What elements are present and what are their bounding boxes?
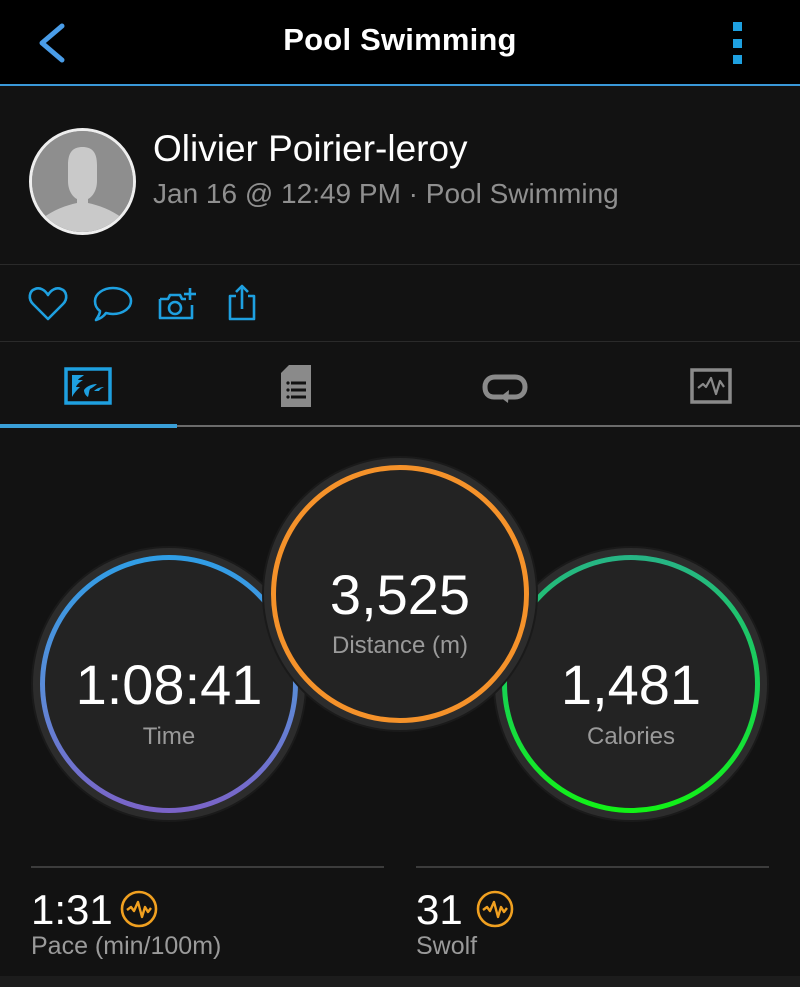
swolf-stat: 31 Swolf: [416, 866, 769, 976]
tab-charts[interactable]: [600, 342, 800, 426]
pace-label: Pace (min/100m): [31, 932, 222, 960]
time-ring: 1:08:41 Time: [40, 555, 298, 813]
divider: [31, 866, 384, 868]
activity-tabs: [0, 342, 800, 428]
performance-pulse-icon[interactable]: [476, 890, 514, 928]
loop-arrow-icon: [482, 374, 528, 403]
share-icon: [228, 284, 256, 321]
stats-section: 1:31 Pace (min/100m) 31 Swolf: [0, 866, 800, 976]
vertical-ellipsis-icon: [733, 22, 742, 31]
vertical-ellipsis-icon-dot: [733, 39, 742, 48]
distance-label: Distance (m): [331, 632, 469, 659]
like-button[interactable]: [26, 283, 70, 325]
document-list-icon: [281, 365, 311, 407]
social-actions-bar: [0, 265, 800, 342]
performance-pulse-icon[interactable]: [120, 890, 158, 928]
user-name[interactable]: Olivier Poirier-leroy: [153, 128, 468, 170]
page-title: Pool Swimming: [283, 22, 517, 57]
swim-overview-icon: [64, 367, 112, 405]
more-options-button[interactable]: [726, 20, 750, 66]
activity-date-type: Jan 16 @ 12:49 PM · Pool Swimming: [153, 178, 619, 209]
calories-value: 1,481: [560, 653, 702, 716]
user-silhouette-icon: [32, 131, 133, 232]
activity-header: Olivier Poirier-leroy Jan 16 @ 12:49 PM …: [0, 88, 800, 265]
distance-value: 3,525: [329, 563, 471, 626]
tab-laps[interactable]: [400, 342, 600, 426]
tab-details[interactable]: [200, 342, 400, 426]
time-value: 1:08:41: [75, 653, 263, 716]
add-photo-button[interactable]: [156, 283, 200, 325]
comment-button[interactable]: [91, 283, 135, 325]
share-button[interactable]: [222, 283, 266, 325]
top-navigation-bar: Pool Swimming: [0, 0, 800, 86]
tab-overview[interactable]: [0, 342, 200, 428]
speech-bubble-icon: [93, 286, 133, 322]
calories-ring: 1,481 Calories: [502, 555, 760, 813]
time-label: Time: [142, 723, 196, 750]
calories-label: Calories: [586, 723, 676, 750]
swolf-value: 31: [416, 886, 463, 933]
camera-plus-icon: [158, 288, 196, 320]
pace-stat: 1:31 Pace (min/100m): [31, 866, 384, 976]
activity-chart-icon: [690, 368, 732, 404]
distance-ring: 3,525 Distance (m): [271, 465, 529, 723]
heart-icon: [28, 287, 68, 321]
pace-value: 1:31: [31, 886, 113, 933]
vertical-ellipsis-icon-dot: [733, 55, 742, 64]
avatar[interactable]: [29, 128, 136, 235]
divider: [416, 866, 769, 868]
swolf-label: Swolf: [416, 932, 478, 960]
footer-strip: [0, 976, 800, 987]
